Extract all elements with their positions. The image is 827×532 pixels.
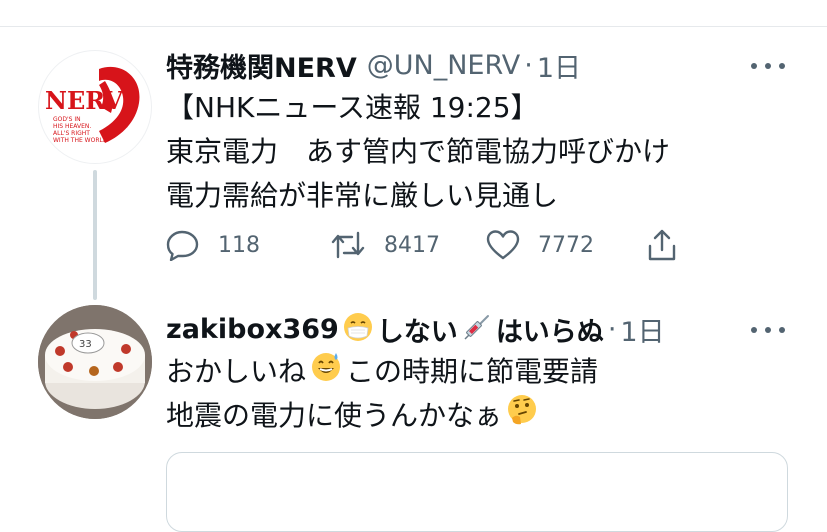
quoted-tweet-card[interactable] [166, 452, 788, 532]
cake-avatar[interactable]: 33 [38, 305, 152, 419]
like-count: 7772 [538, 232, 594, 258]
svg-text:33: 33 [79, 339, 92, 350]
syringe-emoji [462, 312, 492, 346]
thread-connector-line [93, 170, 97, 300]
nerv-logo-icon: NERV GOD'S IN HIS HEAVEN. ALL'S RIGHT WI… [45, 66, 140, 144]
reply-display-name[interactable]: zakibox369 [166, 314, 339, 345]
tweet-text-line: 東京電力 あす管内で節電協力呼びかけ [166, 135, 671, 168]
mask-face-emoji [343, 312, 373, 346]
reply-button[interactable]: 118 [166, 223, 260, 267]
svg-text:GOD'S IN: GOD'S IN [53, 116, 81, 123]
separator-dot: · [524, 49, 533, 81]
reply-text-segment: おかしいね [166, 355, 307, 388]
timestamp[interactable]: 1日 [537, 46, 581, 85]
reply-header: zakibox369 しない はいらぬ · 1日 [166, 310, 665, 348]
reply-more-icon[interactable] [751, 324, 785, 336]
reply-display-name-part3[interactable]: はいらぬ [496, 310, 604, 349]
like-icon [486, 230, 520, 260]
more-icon[interactable] [751, 60, 785, 72]
action-bar: 118 8417 7772 [166, 223, 696, 267]
svg-text:ALL'S RIGHT: ALL'S RIGHT [53, 130, 90, 137]
display-name[interactable]: 特務機関NERV [166, 46, 357, 85]
like-button[interactable]: 7772 [486, 223, 594, 267]
retweet-count: 8417 [384, 232, 440, 258]
share-button[interactable] [646, 223, 678, 267]
reply-timestamp[interactable]: 1日 [620, 310, 664, 349]
share-icon [648, 229, 676, 261]
top-divider [0, 0, 827, 27]
reply-icon [166, 230, 199, 261]
separator-dot: · [607, 313, 617, 345]
reply-text: おかしいね この時期に節電要請 地震の電力に使うんかなぁ [166, 350, 598, 438]
reply-text-segment: 地震の電力に使うんかなぁ [166, 399, 503, 432]
retweet-button[interactable]: 8417 [330, 223, 440, 267]
reply-text-line: 地震の電力に使うんかなぁ [166, 394, 598, 438]
tweet-text: 【NHKニュース速報 19:25】 東京電力 あす管内で節電協力呼びかけ 電力需… [166, 86, 670, 218]
reply-count: 118 [218, 232, 260, 258]
svg-text:HIS HEAVEN.: HIS HEAVEN. [53, 123, 91, 130]
user-handle[interactable]: @UN_NERV [367, 50, 520, 81]
retweet-icon [331, 231, 365, 259]
thinking-face-emoji [506, 394, 538, 439]
reply-text-line: おかしいね この時期に節電要請 [166, 350, 598, 394]
reply-display-name-part2[interactable]: しない [377, 310, 458, 349]
sweat-smile-emoji [310, 350, 342, 395]
svg-text:NERV: NERV [45, 86, 123, 115]
tweet-header: 特務機関NERV @UN_NERV · 1日 [166, 46, 581, 84]
tweet-text-line: 【NHKニュース速報 19:25】 [166, 91, 539, 124]
nerv-avatar[interactable]: NERV GOD'S IN HIS HEAVEN. ALL'S RIGHT WI… [38, 50, 152, 164]
svg-text:WITH THE WORLD: WITH THE WORLD [53, 137, 108, 144]
reply-text-segment: この時期に節電要請 [346, 355, 599, 388]
tweet-text-line: 電力需給が非常に厳しい見通し [166, 179, 559, 212]
cake-photo-icon: 33 [38, 305, 152, 419]
